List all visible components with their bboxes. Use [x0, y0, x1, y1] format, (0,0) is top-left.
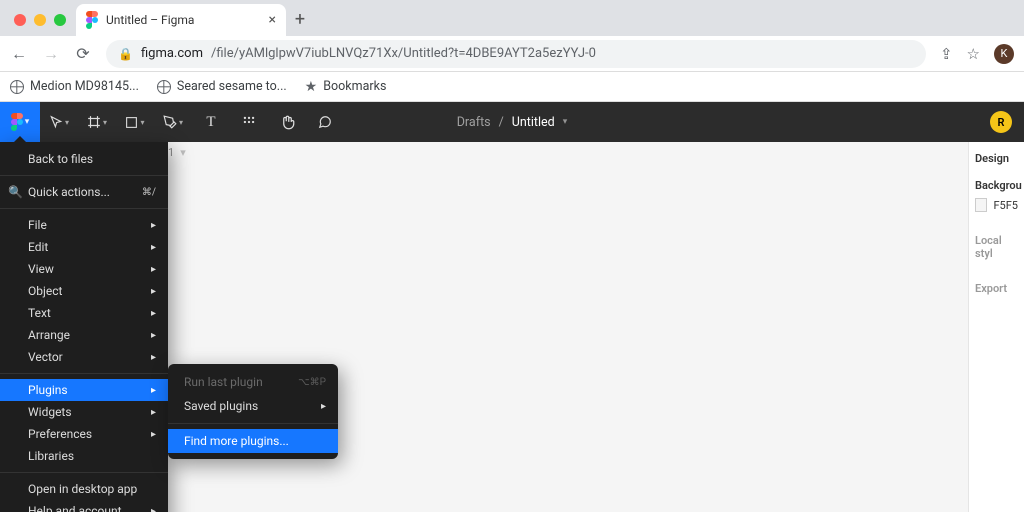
chevron-down-icon: ▾: [563, 117, 568, 127]
bookmark-item[interactable]: ★Bookmarks: [305, 79, 387, 95]
chevron-right-icon: ▸: [151, 407, 156, 418]
tab-title: Untitled – Figma: [106, 13, 194, 27]
url-field[interactable]: 🔒 figma.com/file/yAMlglpwV7iubLNVQz71Xx/…: [106, 40, 926, 68]
frame-icon: [87, 115, 101, 129]
bookmark-item[interactable]: Medion MD98145...: [10, 79, 139, 94]
menu-preferences[interactable]: Preferences▸: [0, 423, 168, 445]
new-tab-button[interactable]: +: [286, 9, 314, 36]
submenu-saved-plugins[interactable]: Saved plugins ▸: [168, 394, 338, 418]
chevron-down-icon: ▾: [103, 118, 107, 127]
globe-icon: [157, 80, 171, 94]
close-tab-icon[interactable]: ×: [269, 12, 276, 28]
url-path: /file/yAMlglpwV7iubLNVQz71Xx/Untitled?t=…: [211, 46, 596, 61]
share-icon[interactable]: ⇪: [940, 45, 953, 63]
breadcrumb[interactable]: Drafts / Untitled ▾: [457, 115, 568, 130]
menu-object[interactable]: Object▸: [0, 280, 168, 302]
comment-icon: [318, 115, 332, 129]
menu-open-desktop[interactable]: Open in desktop app: [0, 478, 168, 500]
browser-tab-strip: Untitled – Figma × +: [0, 0, 1024, 36]
menu-vector[interactable]: Vector▸: [0, 346, 168, 368]
design-tab[interactable]: Design: [975, 152, 1018, 165]
menu-pointer-icon: [14, 136, 26, 142]
grid-dots-icon: [242, 115, 256, 129]
chevron-right-icon: ▸: [151, 220, 156, 231]
plugins-submenu: Run last plugin ⌥⌘P Saved plugins ▸ Find…: [168, 364, 338, 459]
breadcrumb-parent: Drafts: [457, 115, 491, 130]
menu-plugins[interactable]: Plugins▸: [0, 379, 168, 401]
hand-icon: [280, 115, 295, 130]
move-tool[interactable]: ▾: [40, 102, 78, 142]
chevron-right-icon: ▸: [151, 286, 156, 297]
chevron-down-icon: ▾: [140, 118, 144, 127]
frame-tool[interactable]: ▾: [78, 102, 116, 142]
menu-arrange[interactable]: Arrange▸: [0, 324, 168, 346]
export-section[interactable]: Export: [975, 282, 1018, 295]
cursor-icon: [49, 115, 63, 129]
color-swatch-icon: [975, 198, 987, 212]
chevron-right-icon: ▸: [151, 264, 156, 275]
canvas-area[interactable]: 1▾ Design Backgrou F5F5 Local styl Expor…: [0, 142, 1024, 512]
minimize-window-dot[interactable]: [34, 14, 46, 26]
pen-icon: [163, 115, 177, 129]
maximize-window-dot[interactable]: [54, 14, 66, 26]
chevron-right-icon: ▸: [151, 308, 156, 319]
text-icon: T: [206, 114, 215, 131]
menu-back-to-files[interactable]: Back to files: [0, 148, 168, 170]
rectangle-icon: [125, 116, 138, 129]
menu-help-account[interactable]: Help and account▸: [0, 500, 168, 512]
submenu-find-more-plugins[interactable]: Find more plugins...: [168, 429, 338, 453]
bookmark-item[interactable]: Seared sesame to...: [157, 79, 287, 94]
menu-view[interactable]: View▸: [0, 258, 168, 280]
search-icon: 🔍: [8, 185, 23, 199]
main-menu-dropdown: Back to files 🔍 Quick actions... ⌘/ File…: [0, 142, 168, 512]
menu-libraries[interactable]: Libraries: [0, 445, 168, 467]
reload-icon[interactable]: ⟳: [74, 44, 92, 63]
figma-favicon-icon: [86, 11, 98, 29]
globe-icon: [10, 80, 24, 94]
forward-icon[interactable]: →: [42, 44, 60, 64]
figma-logo-icon: [11, 113, 23, 131]
menu-file[interactable]: File▸: [0, 214, 168, 236]
bookmarks-bar: Medion MD98145... Seared sesame to... ★B…: [0, 72, 1024, 102]
user-avatar[interactable]: R: [990, 111, 1012, 133]
local-styles-section[interactable]: Local styl: [975, 234, 1018, 260]
chevron-right-icon: ▸: [151, 242, 156, 253]
comment-tool[interactable]: [306, 102, 344, 142]
chevron-right-icon: ▸: [151, 429, 156, 440]
resources-tool[interactable]: [230, 102, 268, 142]
browser-tab-active[interactable]: Untitled – Figma ×: [76, 4, 286, 36]
design-panel: Design Backgrou F5F5 Local styl Export: [968, 142, 1024, 512]
menu-edit[interactable]: Edit▸: [0, 236, 168, 258]
chevron-right-icon: ▸: [151, 385, 156, 396]
shape-tool[interactable]: ▾: [116, 102, 154, 142]
chevron-down-icon: ▾: [25, 117, 30, 127]
window-traffic-lights: [8, 14, 76, 36]
chevron-right-icon: ▸: [321, 401, 326, 412]
bookmark-star-icon[interactable]: ☆: [967, 45, 980, 63]
menu-text[interactable]: Text▸: [0, 302, 168, 324]
pen-tool[interactable]: ▾: [154, 102, 192, 142]
lock-icon: 🔒: [118, 47, 133, 61]
menu-quick-actions[interactable]: 🔍 Quick actions... ⌘/: [0, 181, 168, 203]
background-swatch[interactable]: F5F5: [975, 198, 1018, 212]
breadcrumb-project: Untitled: [512, 115, 555, 130]
close-window-dot[interactable]: [14, 14, 26, 26]
figma-toolbar: ▾ ▾ ▾ ▾ ▾ T Drafts / Untitled: [0, 102, 1024, 142]
browser-profile-avatar[interactable]: K: [994, 44, 1014, 64]
hand-tool[interactable]: [268, 102, 306, 142]
layers-panel-peek: 1▾: [168, 146, 186, 159]
url-host: figma.com: [141, 46, 203, 61]
chevron-down-icon: ▾: [179, 118, 183, 127]
background-label: Backgrou: [975, 179, 1018, 192]
chevron-right-icon: ▸: [151, 352, 156, 363]
text-tool[interactable]: T: [192, 102, 230, 142]
menu-widgets[interactable]: Widgets▸: [0, 401, 168, 423]
submenu-run-last-plugin: Run last plugin ⌥⌘P: [168, 370, 338, 394]
browser-address-bar: ← → ⟳ 🔒 figma.com/file/yAMlglpwV7iubLNVQ…: [0, 36, 1024, 72]
chevron-down-icon: ▾: [65, 118, 69, 127]
chevron-right-icon: ▸: [151, 506, 156, 512]
chevron-right-icon: ▸: [151, 330, 156, 341]
back-icon[interactable]: ←: [10, 44, 28, 64]
star-icon: ★: [305, 79, 318, 95]
